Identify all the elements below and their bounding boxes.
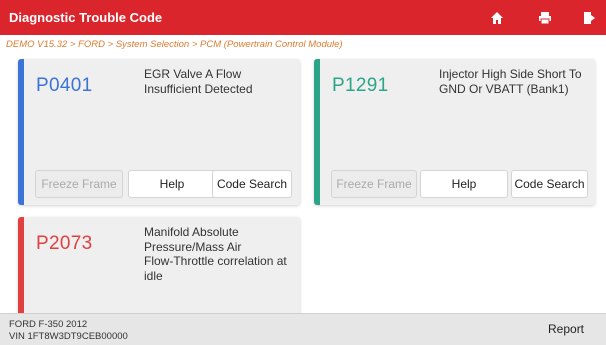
code-search-button[interactable]: Code Search [511, 170, 588, 198]
print-icon [539, 11, 551, 24]
dtc-description: Injector High Side Short To GND Or VBATT… [439, 67, 582, 96]
home-button[interactable] [482, 5, 512, 30]
page-title: Diagnostic Trouble Code [9, 10, 163, 25]
breadcrumb: DEMO V15.32 > FORD > System Selection > … [6, 39, 343, 50]
vehicle-vin: VIN 1FT8W3DT9CEB00000 [9, 331, 128, 342]
code-search-button[interactable]: Code Search [212, 170, 292, 198]
dtc-color-stripe [314, 59, 320, 205]
vehicle-model: FORD F-350 2012 [9, 319, 88, 330]
print-button[interactable] [530, 5, 560, 30]
dtc-code: P2073 [36, 233, 93, 254]
dtc-code: P1291 [332, 75, 389, 96]
freeze-frame-button[interactable]: Freeze Frame [331, 170, 417, 198]
dtc-description: Manifold Absolute Pressure/Mass Air Flow… [144, 225, 287, 283]
dtc-card: P2073 Manifold Absolute Pressure/Mass Ai… [18, 217, 300, 327]
dtc-color-stripe [18, 59, 24, 205]
title-bar: Diagnostic Trouble Code [0, 0, 606, 35]
exit-icon [584, 11, 595, 24]
help-button[interactable]: Help [420, 170, 508, 198]
help-button[interactable]: Help [128, 170, 216, 198]
dtc-code: P0401 [36, 75, 93, 96]
report-button[interactable]: Report [548, 322, 584, 336]
dtc-card: P1291 Injector High Side Short To GND Or… [314, 59, 595, 205]
status-footer: FORD F-350 2012 VIN 1FT8W3DT9CEB00000 Re… [0, 313, 606, 345]
freeze-frame-button[interactable]: Freeze Frame [35, 170, 123, 198]
dtc-description: EGR Valve A Flow Insufficient Detected [144, 67, 253, 96]
dtc-card: P0401 EGR Valve A Flow Insufficient Dete… [18, 59, 300, 205]
vehicle-info: FORD F-350 2012 VIN 1FT8W3DT9CEB00000 [9, 319, 128, 343]
exit-button[interactable] [575, 5, 605, 30]
home-icon [491, 11, 503, 24]
dtc-color-stripe [18, 217, 24, 327]
